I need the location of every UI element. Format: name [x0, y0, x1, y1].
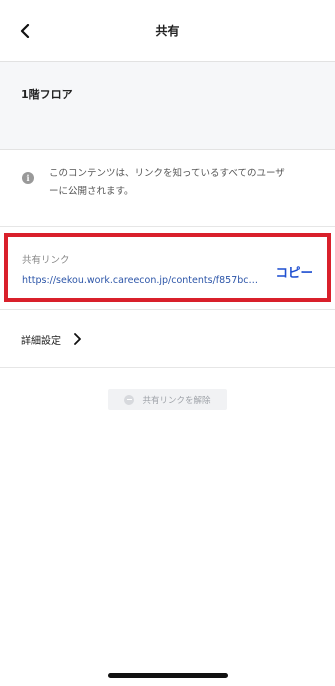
page-title: 共有	[155, 24, 180, 38]
advanced-settings-row[interactable]: 詳細設定	[0, 320, 335, 358]
content-title-card: 1階フロア	[0, 62, 335, 150]
home-indicator[interactable]	[108, 673, 228, 678]
header: 共有	[0, 0, 335, 62]
unshare-link-label: 共有リンクを解除	[142, 395, 211, 406]
info-icon: i	[22, 172, 34, 184]
back-button[interactable]	[12, 18, 38, 44]
content-title: 1階フロア	[21, 88, 73, 101]
chevron-left-icon	[20, 24, 30, 38]
share-link-url[interactable]: https://sekou.work.careecon.jp/contents/…	[22, 275, 262, 286]
share-link-label: 共有リンク	[22, 255, 70, 266]
divider	[0, 226, 335, 227]
unshare-link-button[interactable]: 共有リンクを解除	[108, 389, 227, 410]
copy-button[interactable]: コピー	[275, 262, 313, 281]
divider	[0, 309, 335, 310]
info-text-line2: ーに公開されます。	[49, 186, 134, 197]
share-link-section: 共有リンク https://sekou.work.careecon.jp/con…	[4, 233, 331, 302]
advanced-settings-label: 詳細設定	[21, 335, 61, 347]
minus-circle-icon	[124, 394, 135, 405]
info-text: このコンテンツは、リンクを知っているすべてのユーザ ーに公開されます。	[49, 165, 285, 201]
share-screen: 共有 1階フロア i このコンテンツは、リンクを知っているすべてのユーザ ーに公…	[0, 0, 335, 686]
info-text-line1: このコンテンツは、リンクを知っているすべてのユーザ	[49, 168, 285, 179]
divider	[0, 367, 335, 368]
chevron-right-icon	[73, 333, 85, 345]
info-notice: i このコンテンツは、リンクを知っているすべてのユーザ ーに公開されます。	[22, 165, 317, 201]
